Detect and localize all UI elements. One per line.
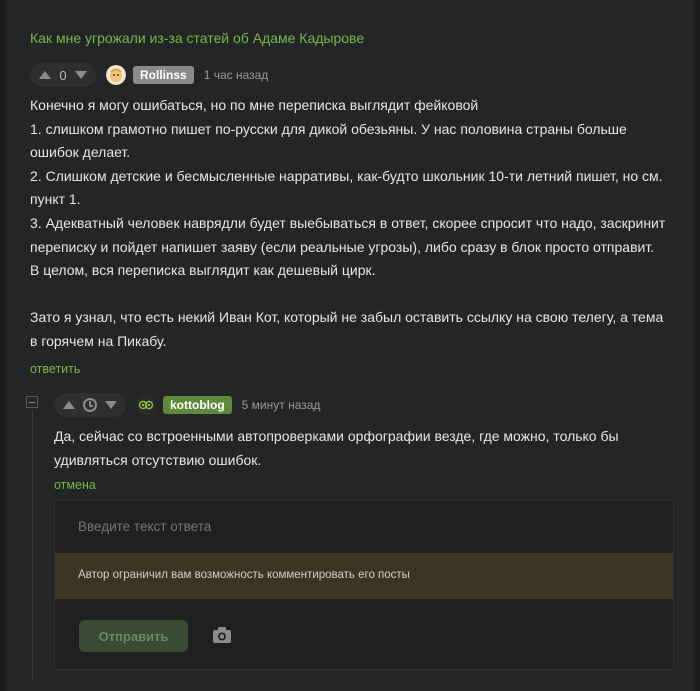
comment-line [30, 283, 665, 307]
comment-line: 1. слишком грамотно пишет по-русски для … [30, 120, 627, 137]
comment-text: Конечно я могу ошибаться, но по мне пере… [30, 94, 665, 354]
comment-timestamp: 1 час назад [203, 68, 269, 82]
thread-line [32, 410, 33, 680]
upvote-button[interactable] [58, 395, 80, 415]
reply-form: Автор ограничил вам возможность комменти… [54, 500, 674, 670]
comment-section: Как мне угрожали из-за статей об Адаме К… [6, 0, 694, 691]
comment-line: Конечно я могу ошибаться, но по мне пере… [30, 97, 479, 113]
arrow-down-icon [75, 71, 87, 79]
arrow-up-icon [39, 71, 51, 79]
user-avatar-icon [106, 65, 126, 85]
upvote-button[interactable] [34, 65, 56, 85]
comment-line: удивляться отсутствию ошибок. [54, 451, 262, 468]
comment-line: пункт 1. [30, 191, 81, 208]
collapse-thread-button[interactable] [26, 396, 38, 408]
vote-widget: 0 [30, 63, 96, 87]
downvote-button[interactable] [70, 65, 92, 85]
comment-line: переписку и пойдет напишет заяву (если р… [30, 238, 655, 255]
camera-icon[interactable] [213, 627, 231, 643]
comment-line: В целом, вся переписка выглядит как деше… [30, 262, 376, 279]
downvote-button[interactable] [100, 395, 122, 415]
comment-line: Да, сейчас со встроенными автопроверками… [54, 428, 619, 444]
comment-line: Зато я узнал, что есть некий Иван Кот, к… [30, 309, 664, 326]
reply-link[interactable]: ответить [30, 362, 80, 376]
comment-text: Да, сейчас со встроенными автопроверками… [54, 425, 619, 472]
avatar[interactable] [106, 65, 126, 85]
reply-input[interactable] [55, 501, 673, 551]
comment-timestamp: 5 минут назад [241, 398, 321, 412]
comment-line: в горячем на Пикабу. [30, 332, 167, 349]
cancel-reply-link[interactable]: отмена [54, 478, 96, 492]
user-avatar-icon [136, 395, 156, 415]
comment-header: 0 Rollinss 1 час назад [30, 63, 268, 87]
comment-line: ошибок делает. [30, 144, 131, 161]
arrow-down-icon [105, 401, 117, 409]
username-badge[interactable]: Rollinss [133, 66, 194, 84]
arrow-up-icon [63, 401, 75, 409]
comment-line: 2. Слишком детские и бесмысленные наррат… [30, 167, 663, 184]
comment-header: kottoblog 5 минут назад [54, 393, 320, 417]
comment-line: 3. Адекватный человек наврядли будет вые… [30, 214, 666, 231]
username-badge[interactable]: kottoblog [163, 396, 232, 414]
comment-score: 0 [59, 67, 67, 83]
restriction-notice: Автор ограничил вам возможность комменти… [55, 553, 673, 599]
send-button[interactable]: Отправить [79, 620, 188, 652]
vote-widget [54, 393, 126, 417]
post-title-link[interactable]: Как мне угрожали из-за статей об Адаме К… [30, 30, 364, 46]
clock-icon [83, 398, 97, 412]
avatar[interactable] [136, 395, 156, 415]
